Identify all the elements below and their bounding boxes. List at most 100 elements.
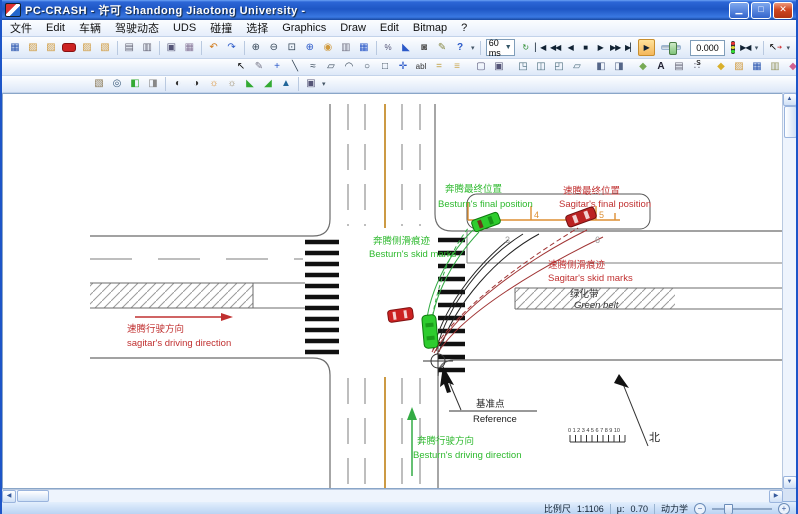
rotate-object-icon[interactable]: ◳	[515, 60, 531, 74]
zoom-in-icon[interactable]: ⊕	[248, 41, 264, 55]
open-pre-file-icon[interactable]: ▨	[25, 41, 41, 55]
menu-graphics[interactable]: Graphics	[282, 22, 326, 34]
close-button[interactable]: ✕	[773, 2, 793, 19]
time-step-combo[interactable]: 60 ms ▼	[486, 39, 515, 56]
stop-icon[interactable]: ■	[578, 40, 593, 55]
menu-file[interactable]: 文件	[10, 20, 32, 36]
simulation-reset-icon[interactable]: ↻	[518, 40, 533, 55]
binoculars-icon[interactable]: ◎	[109, 77, 125, 91]
layers-icon[interactable]: ▤	[671, 60, 687, 74]
measure-points-icon[interactable]: ∷	[689, 60, 705, 74]
pointer-toolbar-overflow-icon[interactable]: ▾	[786, 44, 790, 52]
paste-icon[interactable]: ▦	[181, 41, 197, 55]
horizontal-scrollbar[interactable]: ◀ ▶	[2, 489, 783, 502]
box-3d-icon[interactable]: ◨	[611, 60, 627, 74]
menu-uds[interactable]: UDS	[173, 22, 196, 34]
road-marking-icon[interactable]: ≡	[449, 60, 465, 74]
zoom-out-icon[interactable]: ⊖	[266, 41, 282, 55]
report-icon[interactable]: ▥	[338, 41, 354, 55]
toolbar-overflow-icon[interactable]: ▾	[471, 44, 475, 52]
status-zoom-out-icon[interactable]: −	[694, 503, 706, 514]
redo-icon[interactable]: ↷	[224, 41, 240, 55]
continuous-play-icon[interactable]: ▶	[638, 39, 655, 56]
point-tool-icon[interactable]: ✛	[395, 60, 411, 74]
rotate-image-left-icon[interactable]: ◣	[242, 77, 258, 91]
skip-end-icon[interactable]: ▶▏	[623, 40, 638, 55]
circle-tool-icon[interactable]: ○	[359, 60, 375, 74]
mirror-object-icon[interactable]: ◫	[533, 60, 549, 74]
arc-tool-icon[interactable]: ◠	[341, 60, 357, 74]
time-slider[interactable]	[661, 45, 682, 50]
menu-draw[interactable]: Draw	[340, 22, 366, 34]
menu-help[interactable]: ?	[461, 22, 467, 34]
import-dxf-icon[interactable]: ▧	[97, 41, 113, 55]
group-icon[interactable]: ▢	[473, 60, 489, 74]
print-icon[interactable]: ▤	[121, 41, 137, 55]
help-icon[interactable]: ?	[452, 41, 468, 55]
skip-start-icon[interactable]: ▏◀	[533, 40, 548, 55]
parallel-lines-icon[interactable]: =	[431, 60, 447, 74]
align-object-icon[interactable]: ◰	[551, 60, 567, 74]
edit-points-icon[interactable]: ✎	[251, 60, 267, 74]
menu-edit[interactable]: Edit	[46, 22, 65, 34]
camera-icon[interactable]: ◙	[416, 41, 432, 55]
print-preview-icon[interactable]: ▥	[139, 41, 155, 55]
status-zoom-thumb[interactable]	[724, 504, 733, 514]
copy-icon[interactable]: ▣	[163, 41, 179, 55]
send-back-icon[interactable]: ◨	[145, 77, 161, 91]
brightness-up-icon[interactable]: ☼	[206, 77, 222, 91]
text-tool-icon[interactable]: abl	[413, 60, 429, 74]
save-icon[interactable]: ▦	[7, 41, 23, 55]
status-zoom-in-icon[interactable]: +	[778, 503, 790, 514]
scale-percent-icon[interactable]: %	[380, 41, 396, 55]
bring-front-icon[interactable]: ◧	[127, 77, 143, 91]
fast-back-icon[interactable]: ◀◀	[548, 40, 563, 55]
collision-jump-icon[interactable]: ▶◀	[738, 40, 753, 55]
open-dat-file-icon[interactable]: ▨	[43, 41, 59, 55]
zoom-fit-icon[interactable]: ⊕	[302, 41, 318, 55]
pan-hand-icon[interactable]: ◉	[320, 41, 336, 55]
menu-edit2[interactable]: Edit	[380, 22, 399, 34]
chart-icon[interactable]: ◆	[785, 60, 798, 74]
pencil-scale-icon[interactable]: ✎	[434, 41, 450, 55]
zoom-window-icon[interactable]: ⊡	[284, 41, 300, 55]
scroll-up-icon[interactable]: ▲	[783, 93, 797, 106]
play-icon[interactable]: ▶	[593, 40, 608, 55]
step-back-icon[interactable]: ◀	[563, 40, 578, 55]
ungroup-icon[interactable]: ▣	[491, 60, 507, 74]
image-properties-icon[interactable]: ▣	[303, 77, 319, 91]
select-arrow-icon[interactable]: ↖	[233, 60, 249, 74]
scroll-left-icon[interactable]: ◀	[2, 490, 16, 503]
menu-vehicle[interactable]: 车辆	[79, 20, 101, 36]
time-slider-thumb[interactable]	[669, 42, 677, 55]
spline-tool-icon[interactable]: ≈	[305, 60, 321, 74]
minimize-button[interactable]: ▁	[729, 2, 749, 19]
open-project-icon[interactable]: ▨	[79, 41, 95, 55]
sagitar-vehicle[interactable]	[387, 307, 413, 322]
scroll-down-icon[interactable]: ▼	[783, 476, 797, 489]
values-table-icon[interactable]: ▦	[356, 41, 372, 55]
menu-dynamics[interactable]: 驾驶动态	[115, 20, 159, 36]
vertical-scroll-thumb[interactable]	[784, 106, 797, 138]
friction-patch-icon[interactable]: ▧	[91, 77, 107, 91]
maximize-button[interactable]: □	[751, 2, 771, 19]
rotate-image-right-icon[interactable]: ◢	[260, 77, 276, 91]
contrast-down-icon[interactable]: ◑	[188, 77, 204, 91]
extrude-3d-icon[interactable]: ◧	[593, 60, 609, 74]
fast-forward-icon[interactable]: ▶▶	[608, 40, 623, 55]
vehicle-database-icon[interactable]	[61, 41, 77, 55]
bitmap-overflow-icon[interactable]: ▾	[322, 80, 326, 88]
terrain-chart-icon[interactable]: ▲	[278, 77, 294, 91]
sim-toolbar-overflow-icon[interactable]: ▾	[755, 44, 759, 52]
contrast-up-icon[interactable]: ◐	[170, 77, 186, 91]
brightness-down-icon[interactable]: ☼	[224, 77, 240, 91]
save-drawing-icon[interactable]: ▦	[749, 60, 765, 74]
undo-icon[interactable]: ↶	[206, 41, 222, 55]
menu-bitmap[interactable]: Bitmap	[413, 22, 447, 34]
horizontal-scroll-thumb[interactable]	[17, 490, 49, 502]
offset-object-icon[interactable]: ▱	[569, 60, 585, 74]
besturn-vehicle[interactable]	[422, 314, 439, 348]
menu-impact[interactable]: 碰撞	[210, 20, 232, 36]
notebook-icon[interactable]: ▥	[767, 60, 783, 74]
line-tool-icon[interactable]: ╲	[287, 60, 303, 74]
